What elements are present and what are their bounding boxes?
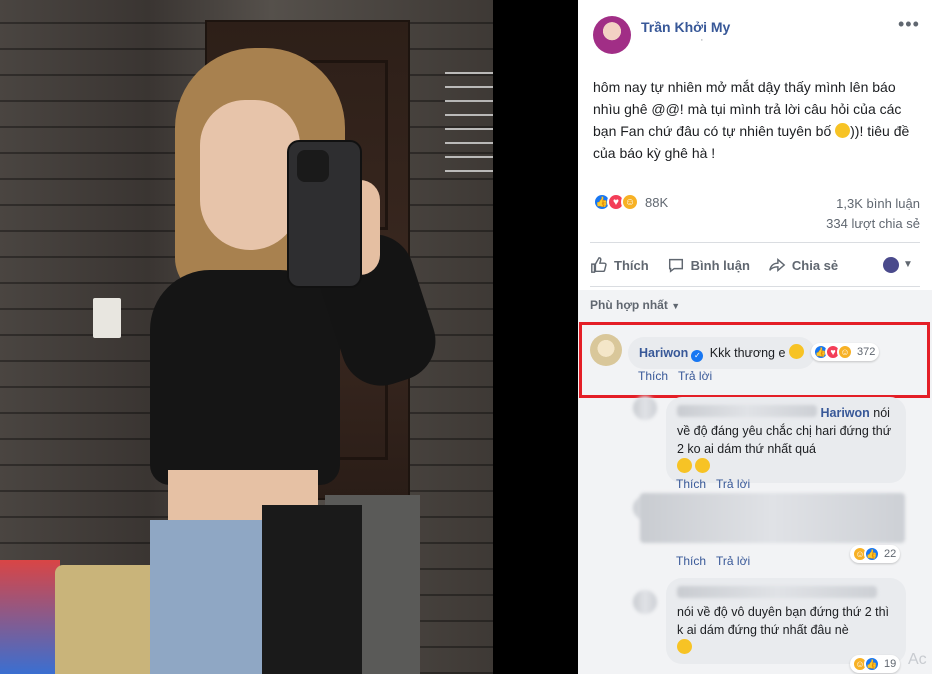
comment-sort-dropdown[interactable]: Phù hợp nhất ▼ [590,298,680,312]
photo-person-face [200,100,300,250]
reply-like-link[interactable]: Thích [676,477,706,491]
photo-phone-camera [297,150,329,182]
comment-like-link[interactable]: Thích [638,369,668,383]
share-icon [768,258,786,272]
share-label: Chia sẻ [791,257,839,273]
blurred-avatar [633,396,657,420]
divider [590,286,920,287]
sunglasses-emoji-icon [788,344,804,359]
post-side-panel: Trần Khởi My · ••• hôm nay tự nhiên mở m… [578,0,932,674]
chevron-down-icon: ▼ [671,301,681,311]
comment-reaction-count: 372 [857,346,876,358]
photo-person-top [150,270,340,485]
post-meta: · [700,34,704,46]
reply-text-a: nói [873,406,890,420]
reply-reaction-count: 19 [884,658,897,670]
comment-button[interactable]: Bình luận [667,256,750,274]
photo-bag [0,560,60,674]
comment-label: Bình luận [690,257,750,273]
facebook-photo-viewer: Trần Khởi My · ••• hôm nay tự nhiên mở m… [0,0,932,674]
post-photo[interactable] [0,0,578,674]
comment-actions: Thích Trả lời [638,369,722,383]
watermark-text: Ac [908,651,927,668]
photo-person-jeans [150,520,270,674]
sweat-smile-emoji-icon [677,639,692,654]
photo-hangers [445,60,493,180]
mention-link[interactable]: Hariwon [820,406,869,420]
commenter-avatar[interactable] [590,334,622,366]
reply-reaction-count: 22 [884,548,897,560]
reply-reactions[interactable]: ☺ 👍 19 [850,655,901,673]
photo-light-switch [93,298,121,338]
chevron-down-icon[interactable]: ▼ [903,259,913,270]
reaction-summary[interactable]: 👍 ♥ ☺ 88K [593,193,668,211]
laughing-emoji-icon [677,458,692,473]
reply-text-b: về độ đáng yêu chắc chị hari đứng thứ 2 … [677,424,892,456]
blurred-avatar [633,590,657,614]
comment-count[interactable]: 1,3K bình luận [836,196,920,211]
reply-reply-link[interactable]: Trả lời [716,554,750,568]
smile-emoji-icon [835,123,851,138]
like-reaction-icon: 👍 [864,546,880,562]
like-button[interactable]: Thích [590,256,649,274]
reply-actions: Thích Trả lời [676,554,760,568]
commenter-name[interactable]: Hariwon [639,346,688,360]
laughing-emoji-icon [695,458,711,473]
reply-reactions[interactable]: ☺ 👍 22 [850,545,901,563]
divider [590,242,920,243]
share-count[interactable]: 334 lượt chia sẻ [826,216,920,231]
blurred-name [677,405,817,417]
comment-bubble: Hariwon ✓ Kkk thương e [628,337,815,369]
reply-actions: Thích Trả lời [676,477,760,491]
like-label: Thích [614,257,649,273]
reply-bubble: Hariwon nói về độ đáng yêu chắc chị hari… [666,397,906,483]
audience-avatar[interactable] [883,257,899,273]
like-reaction-icon: 👍 [864,656,880,672]
blurred-name [677,586,877,598]
comment-text: Kkk thương e [709,346,786,360]
reply-like-link[interactable]: Thích [676,554,706,568]
verified-badge-icon: ✓ [691,350,704,362]
photo-scene [0,0,493,674]
post-text: hôm nay tự nhiên mở mắt dậy thấy mình lê… [593,76,918,164]
share-button[interactable]: Chia sẻ [768,256,838,274]
blurred-reply [640,493,905,543]
comment-icon [668,258,683,273]
ellipsis-icon[interactable]: ••• [898,14,920,35]
photo-phone [287,140,362,288]
comment-reactions[interactable]: 👍 ♥ ☺ 372 [811,343,880,361]
author-avatar[interactable] [593,16,631,54]
photo-tote [55,565,165,674]
photo-person-jeans-dark [262,505,362,674]
comment-reply-link[interactable]: Trả lời [678,369,712,383]
author-name[interactable]: Trần Khởi My [641,19,730,35]
post-actions: Thích Bình luận Chia sẻ [590,248,920,282]
care-reaction-icon: ☺ [837,344,853,360]
reply-text: nói về độ vô duyên bạn đứng thứ 2 thì k … [677,605,890,637]
care-reaction-icon: ☺ [621,193,639,211]
reply-bubble: nói về độ vô duyên bạn đứng thứ 2 thì k … [666,578,906,664]
thumbs-up-icon [591,257,607,273]
sort-label: Phù hợp nhất [590,298,668,312]
reaction-count: 88K [645,194,669,210]
reply-reply-link[interactable]: Trả lời [716,477,750,491]
